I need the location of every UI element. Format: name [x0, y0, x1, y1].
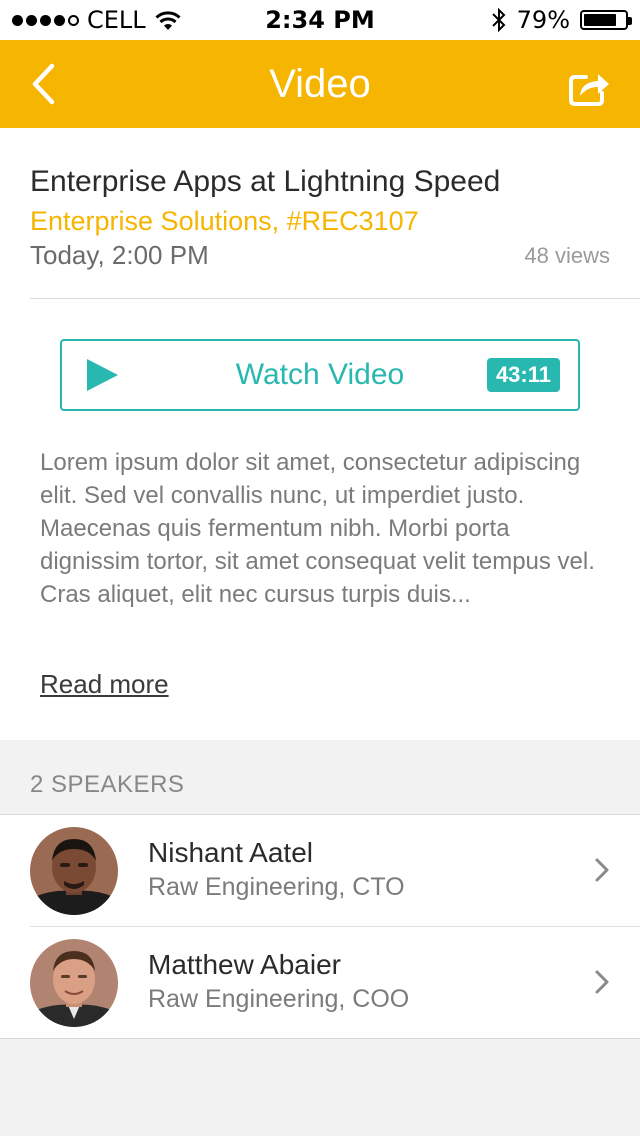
- watch-video-button[interactable]: Watch Video 43:11: [60, 339, 580, 411]
- status-right: 79%: [491, 6, 632, 34]
- chevron-right-icon: [595, 970, 609, 994]
- speakers-list: Nishant Aatel Raw Engineering, CTO Matth…: [0, 814, 640, 1039]
- session-datetime: Today, 2:00 PM: [30, 240, 209, 270]
- status-bar: CELL 2:34 PM 79%: [0, 0, 640, 40]
- speaker-name: Nishant Aatel: [148, 837, 313, 868]
- speaker-avatar: [30, 939, 118, 1027]
- speaker-row[interactable]: Matthew Abaier Raw Engineering, COO: [30, 926, 640, 1038]
- session-card: Enterprise Apps at Lightning Speed Enter…: [0, 128, 640, 740]
- battery-percent: 79%: [516, 6, 570, 34]
- speakers-header: 2 SPEAKERS: [30, 771, 185, 798]
- read-more-link[interactable]: Read more: [40, 666, 169, 702]
- page-title: Video: [269, 62, 371, 106]
- speaker-role: Raw Engineering, COO: [148, 985, 410, 1013]
- nav-bar: Video: [0, 40, 640, 128]
- battery-icon: [580, 10, 632, 30]
- chevron-right-icon: [595, 858, 609, 882]
- session-track: Enterprise Solutions, #REC3107: [30, 206, 419, 236]
- speaker-name: Matthew Abaier: [148, 949, 341, 980]
- bluetooth-icon: [491, 7, 506, 33]
- speaker-role: Raw Engineering, CTO: [148, 873, 405, 901]
- duration-badge: 43:11: [486, 358, 560, 392]
- speaker-row[interactable]: Nishant Aatel Raw Engineering, CTO: [0, 815, 640, 926]
- view-count: 48 views: [524, 243, 610, 268]
- session-description: Lorem ipsum dolor sit amet, consectetur …: [40, 449, 595, 608]
- share-button[interactable]: [566, 62, 614, 110]
- divider: [30, 298, 640, 299]
- speaker-avatar: [30, 827, 118, 915]
- share-icon: [569, 74, 609, 106]
- session-title: Enterprise Apps at Lightning Speed: [30, 165, 501, 198]
